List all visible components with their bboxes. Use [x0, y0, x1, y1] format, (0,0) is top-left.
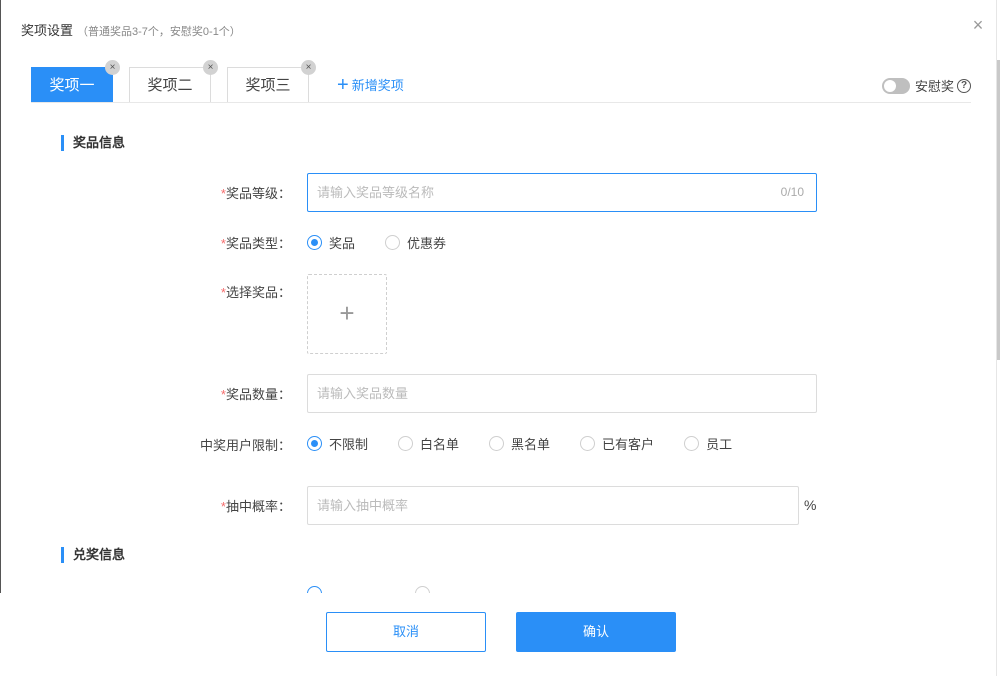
prize-quantity-placeholder: 请输入奖品数量: [317, 386, 409, 401]
radio-existing-customers[interactable]: 已有客户: [580, 434, 654, 453]
select-prize-label: *选择奖品：: [220, 285, 291, 300]
prize-type-radio-group: 奖品 优惠券: [307, 233, 446, 252]
prize-level-placeholder: 请输入奖品等级名称: [317, 185, 435, 200]
prize-level-input[interactable]: 请输入奖品等级名称 0/10: [307, 173, 817, 212]
user-limit-label: 中奖用户限制：: [199, 438, 291, 453]
prize-quantity-input[interactable]: 请输入奖品数量: [307, 374, 817, 413]
tab-label: 奖项一: [49, 77, 95, 94]
consolation-toggle-group: 安慰奖 ?: [881, 76, 971, 95]
prize-settings-dialog: 奖项设置 （普通奖品3-7个，安慰奖0-1个） × 奖项一 × 奖项二 × 奖项…: [0, 0, 1000, 676]
dialog-title: 奖项设置: [21, 23, 74, 38]
cancel-button[interactable]: 取消: [326, 612, 486, 652]
tab-prize-3[interactable]: 奖项三 ×: [227, 60, 316, 102]
scrollbar[interactable]: [996, 0, 1000, 676]
tab-label: 奖项三: [245, 77, 291, 94]
consolation-label: 安慰奖: [914, 79, 954, 94]
probability-input[interactable]: 请输入抽中概率: [307, 486, 799, 525]
redeem-radio-clipped[interactable]: [307, 586, 322, 593]
switch-knob: [883, 79, 896, 92]
add-prize-label: 新增奖项: [351, 78, 404, 93]
radio-employees[interactable]: 员工: [684, 434, 732, 453]
redeem-radio-clipped[interactable]: [415, 586, 430, 593]
radio-prize[interactable]: 奖品: [307, 233, 355, 252]
prize-level-label: *奖品等级：: [220, 186, 291, 201]
tab-prize-2[interactable]: 奖项二 ×: [129, 60, 218, 102]
radio-whitelist[interactable]: 白名单: [398, 434, 459, 453]
close-icon[interactable]: ×: [970, 16, 986, 34]
prize-level-counter: 0/10: [780, 185, 804, 199]
prize-tabs: 奖项一 × 奖项二 × 奖项三 × + 新增奖项 安慰奖 ?: [31, 60, 971, 103]
dialog-left-border: [0, 0, 1, 676]
probability-label: *抽中概率：: [220, 499, 291, 514]
tab-prize-1[interactable]: 奖项一 ×: [31, 60, 120, 102]
radio-blacklist[interactable]: 黑名单: [489, 434, 550, 453]
prize-quantity-label: *奖品数量：: [220, 387, 291, 402]
user-limit-radio-group: 不限制 白名单 黑名单 已有客户 员工: [307, 434, 732, 453]
plus-icon: +: [337, 73, 349, 96]
prize-type-label: *奖品类型：: [220, 236, 291, 251]
select-prize-upload[interactable]: +: [307, 274, 387, 354]
redeem-radio-group-clipped: [307, 585, 447, 593]
section-title-redeem-info: 兑奖信息: [61, 547, 125, 563]
remove-tab-icon[interactable]: ×: [203, 60, 218, 75]
tab-label: 奖项二: [147, 77, 193, 94]
confirm-button[interactable]: 确认: [516, 612, 676, 652]
remove-tab-icon[interactable]: ×: [301, 60, 316, 75]
section-title-prize-info: 奖品信息: [61, 135, 125, 151]
dialog-footer: 取消 确认: [0, 593, 1000, 676]
add-prize-button[interactable]: + 新增奖项: [337, 73, 404, 96]
help-icon[interactable]: ?: [957, 78, 971, 93]
probability-placeholder: 请输入抽中概率: [317, 498, 409, 513]
radio-coupon[interactable]: 优惠券: [385, 233, 446, 252]
dialog-hint: （普通奖品3-7个，安慰奖0-1个）: [77, 26, 241, 38]
consolation-switch[interactable]: [881, 77, 910, 94]
percent-unit: %: [804, 497, 817, 513]
remove-tab-icon[interactable]: ×: [105, 60, 120, 75]
dialog-header: 奖项设置 （普通奖品3-7个，安慰奖0-1个）: [21, 20, 241, 40]
radio-no-limit[interactable]: 不限制: [307, 434, 368, 453]
